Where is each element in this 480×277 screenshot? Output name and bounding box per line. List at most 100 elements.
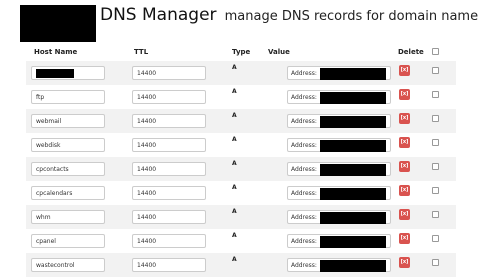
host-name-input[interactable]: whm [31,210,105,224]
redacted-address [320,164,386,176]
delete-record-button[interactable]: [x] [399,161,410,172]
host-name-value: cpcalendars [36,190,73,197]
address-label: Address: [291,214,317,221]
ttl-value: 14400 [137,190,157,197]
record-type: A [232,208,237,215]
ttl-input[interactable]: 14400 [132,162,206,176]
ttl-value: 14400 [137,262,157,269]
delete-record-button[interactable]: [x] [399,209,410,220]
row-select-checkbox[interactable] [432,163,439,170]
ttl-input[interactable]: 14400 [132,186,206,200]
ttl-value: 14400 [137,118,157,125]
row-select-checkbox[interactable] [432,67,439,74]
record-type: A [232,136,237,143]
redacted-host [36,69,74,78]
address-input[interactable]: Address: [287,90,391,104]
host-name-input[interactable] [31,66,105,80]
address-input[interactable]: Address: [287,114,391,128]
delete-record-button[interactable]: [x] [399,137,410,148]
ttl-input[interactable]: 14400 [132,210,206,224]
host-name-input[interactable]: cpcalendars [31,186,105,200]
ttl-input[interactable]: 14400 [132,234,206,248]
ttl-input[interactable]: 14400 [132,90,206,104]
host-name-value: webdisk [36,142,61,149]
redacted-domain-bottom [20,24,96,42]
address-input[interactable]: Address: [287,138,391,152]
row-select-checkbox[interactable] [432,139,439,146]
redacted-address [320,212,386,224]
ttl-value: 14400 [137,166,157,173]
host-name-value: webmail [36,118,62,125]
address-label: Address: [291,238,317,245]
table-row: whm 14400 A Address: [x] [26,205,456,229]
host-name-value: whm [36,214,51,221]
table-row: webdisk 14400 A Address: [x] [26,133,456,157]
col-delete: Delete [398,48,424,56]
row-select-checkbox[interactable] [432,91,439,98]
col-value: Value [268,48,290,56]
redacted-address [320,68,386,80]
address-input[interactable]: Address: [287,162,391,176]
row-select-checkbox[interactable] [432,115,439,122]
row-select-checkbox[interactable] [432,187,439,194]
host-name-input[interactable]: webdisk [31,138,105,152]
ttl-input[interactable]: 14400 [132,66,206,80]
host-name-input[interactable]: cpanel [31,234,105,248]
address-input[interactable]: Address: [287,234,391,248]
table-row: webmail 14400 A Address: [x] [26,109,456,133]
delete-record-button[interactable]: [x] [399,257,410,268]
record-type: A [232,160,237,167]
host-name-input[interactable]: webmail [31,114,105,128]
redacted-address [320,92,386,104]
redacted-address [320,236,386,248]
delete-record-button[interactable]: [x] [399,185,410,196]
address-label: Address: [291,94,317,101]
host-name-input[interactable]: wastecontrol [31,258,105,272]
redacted-domain-top [20,5,96,24]
redacted-address [320,116,386,128]
address-input[interactable]: Address: [287,258,391,272]
address-label: Address: [291,118,317,125]
redacted-address [320,140,386,152]
page-title: DNS Manager manage DNS records for domai… [100,5,478,25]
page-subtitle: manage DNS records for domain name [224,9,479,24]
ttl-input[interactable]: 14400 [132,258,206,272]
address-label: Address: [291,166,317,173]
host-name-value: ftp [36,94,45,101]
ttl-input[interactable]: 14400 [132,138,206,152]
record-type: A [232,112,237,119]
host-name-value: cpanel [36,238,56,245]
address-label: Address: [291,142,317,149]
host-name-input[interactable]: cpcontacts [31,162,105,176]
host-name-input[interactable]: ftp [31,90,105,104]
delete-record-button[interactable]: [x] [399,89,410,100]
address-input[interactable]: Address: [287,186,391,200]
address-label: Address: [291,190,317,197]
table-row: 14400 A Address: [x] [26,61,456,85]
ttl-input[interactable]: 14400 [132,114,206,128]
ttl-value: 14400 [137,94,157,101]
redacted-address [320,188,386,200]
table-row: wastecontrol 14400 A Address: [x] [26,253,456,277]
col-type: Type [232,48,251,56]
ttl-value: 14400 [137,238,157,245]
address-input[interactable]: Address: [287,210,391,224]
row-select-checkbox[interactable] [432,211,439,218]
record-type: A [232,232,237,239]
col-ttl: TTL [134,48,149,56]
delete-record-button[interactable]: [x] [399,113,410,124]
delete-record-button[interactable]: [x] [399,65,410,76]
host-name-value: cpcontacts [36,166,69,173]
select-all-checkbox[interactable] [432,48,439,55]
table-row: cpanel 14400 A Address: [x] [26,229,456,253]
record-type: A [232,64,237,71]
host-name-value: wastecontrol [36,262,75,269]
address-input[interactable]: Address: [287,66,391,80]
record-type: A [232,88,237,95]
table-row: ftp 14400 A Address: [x] [26,85,456,109]
ttl-value: 14400 [137,142,157,149]
ttl-value: 14400 [137,214,157,221]
row-select-checkbox[interactable] [432,235,439,242]
table-row: cpcalendars 14400 A Address: [x] [26,181,456,205]
delete-record-button[interactable]: [x] [399,233,410,244]
